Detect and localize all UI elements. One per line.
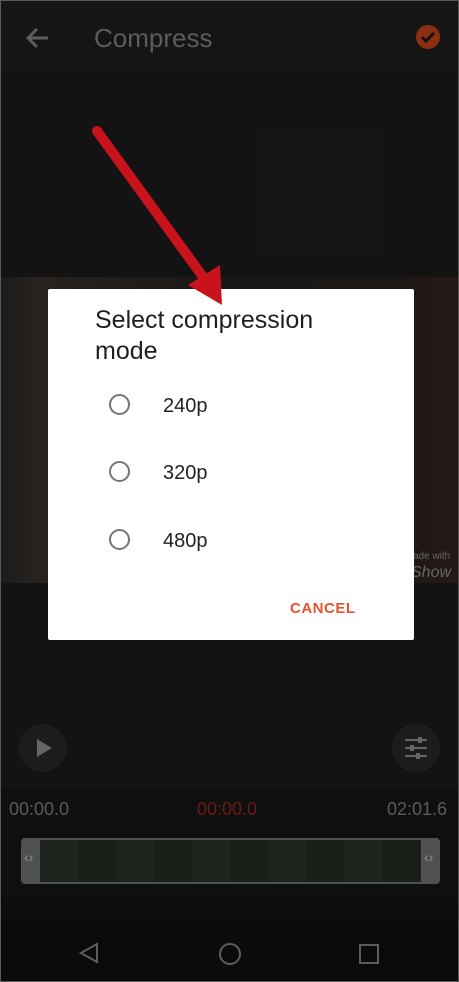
option-240p[interactable]: 240p (48, 380, 414, 430)
cancel-button[interactable]: CANCEL (290, 600, 356, 617)
radio-button[interactable] (109, 394, 130, 415)
option-480p[interactable]: 480p (48, 515, 414, 565)
dialog-title: Select compression mode (95, 306, 314, 365)
screen: Compress ade with Show 00:00.0 00:00.0 0… (0, 0, 459, 982)
radio-button[interactable] (109, 529, 130, 550)
option-320p[interactable]: 320p (48, 447, 414, 497)
radio-button[interactable] (109, 461, 130, 482)
option-label: 320p (163, 462, 208, 484)
compression-mode-dialog: Select compression mode 240p 320p 480p C… (48, 289, 414, 640)
option-label: 240p (163, 395, 208, 417)
option-label: 480p (163, 530, 208, 552)
